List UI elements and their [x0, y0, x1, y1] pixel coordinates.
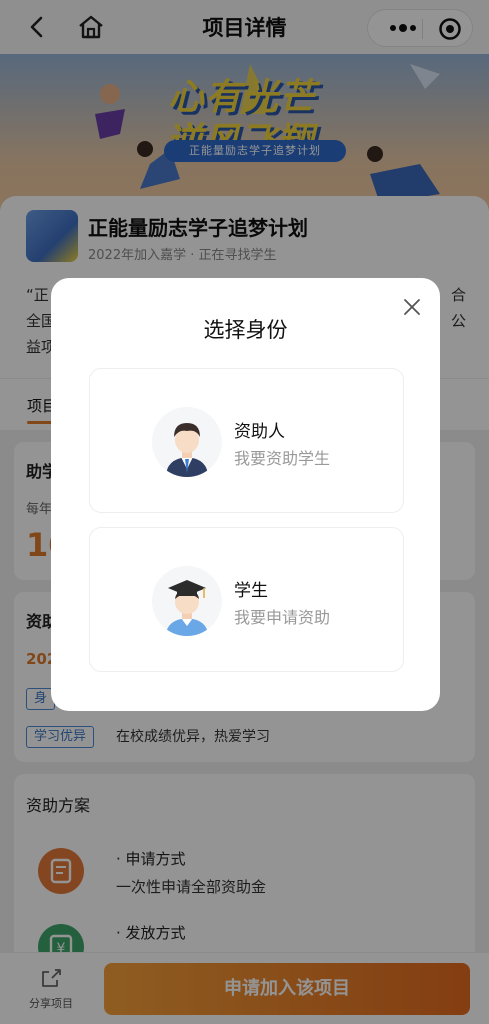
student-avatar-icon	[152, 566, 222, 636]
option-student-title: 学生	[234, 581, 268, 601]
option-student-subtitle: 我要申请资助	[234, 608, 331, 627]
sponsor-avatar-icon	[152, 407, 222, 477]
close-icon[interactable]	[401, 296, 423, 318]
option-sponsor-subtitle: 我要资助学生	[234, 449, 331, 468]
option-sponsor[interactable]: 资助人 我要资助学生	[89, 368, 404, 513]
identity-select-dialog: 选择身份 资助人 我要资助学生 学生 我要申请资助	[51, 278, 440, 711]
dialog-title: 选择身份	[203, 318, 288, 342]
option-sponsor-title: 资助人	[234, 422, 285, 442]
option-student[interactable]: 学生 我要申请资助	[89, 527, 404, 672]
